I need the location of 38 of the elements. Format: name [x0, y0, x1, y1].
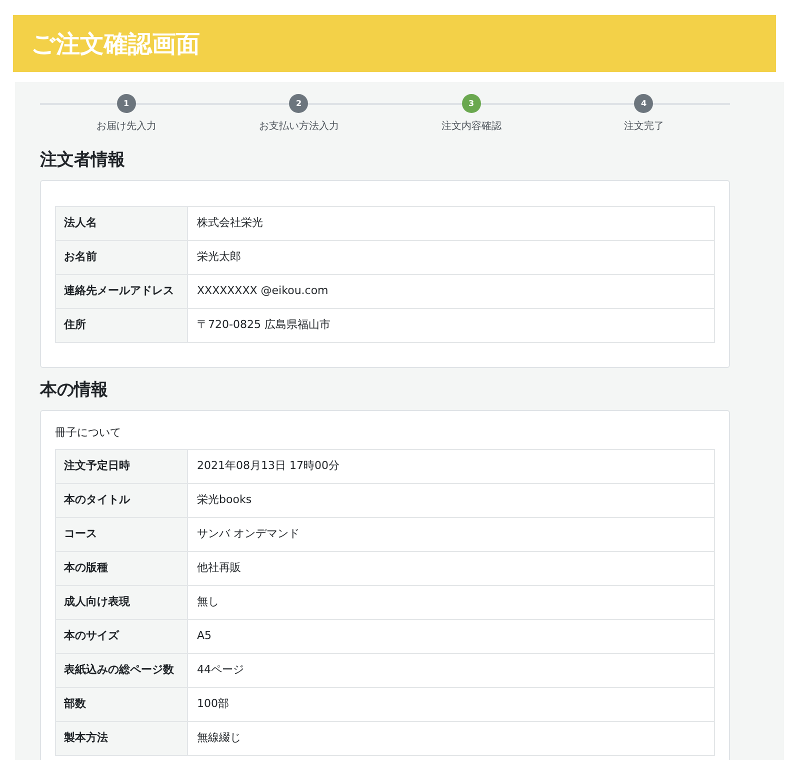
section-title: 本の情報	[40, 379, 109, 402]
row-value: 100部	[188, 688, 714, 722]
row-value: 44ページ	[188, 654, 714, 688]
row-value: 栄光太郎	[188, 240, 714, 274]
row-label: 注文予定日時	[56, 450, 188, 484]
row-value: XXXXXXXX @eikou.com	[188, 274, 714, 308]
row-value: 〒720-0825 広島県福山市	[188, 308, 714, 342]
row-label: 本のサイズ	[56, 620, 188, 654]
row-label: 製本方法	[56, 722, 188, 756]
row-value: 株式会社栄光	[188, 206, 714, 240]
row-label: コース	[56, 518, 188, 552]
row-label: 表紙込みの総ページ数	[56, 654, 188, 688]
row-value: 無線綴じ	[188, 722, 714, 756]
row-label: 部数	[56, 688, 188, 722]
row-value: 無し	[188, 586, 714, 620]
row-label: 連絡先メールアドレス	[56, 274, 188, 308]
row-label: 住所	[56, 308, 188, 342]
row-value: サンバ オンデマンド	[188, 518, 714, 552]
row-label: 成人向け表現	[56, 586, 188, 620]
step-number: 3	[462, 94, 481, 113]
row-value: A5	[188, 620, 714, 654]
row-label: 法人名	[56, 206, 188, 240]
step-label: 注文完了	[624, 120, 664, 134]
row-value: 2021年08月13日 17時00分	[188, 450, 714, 484]
row-label: お名前	[56, 240, 188, 274]
page-title: ご注文確認画面	[31, 28, 200, 60]
row-value: 栄光books	[188, 484, 714, 518]
card-subtitle: 冊子について	[55, 425, 122, 441]
step-label: 注文内容確認	[441, 120, 502, 134]
row-label: 本のタイトル	[56, 484, 188, 518]
step-label: お支払い方法入力	[258, 120, 339, 134]
step-number: 4	[634, 94, 654, 113]
step-number: 2	[289, 94, 308, 113]
step-label: お届け先入力	[96, 120, 156, 134]
section-title: 注文者情報	[40, 149, 126, 172]
step-number: 1	[116, 94, 136, 113]
row-label: 本の版種	[56, 552, 188, 586]
row-value: 他社再販	[188, 552, 714, 586]
